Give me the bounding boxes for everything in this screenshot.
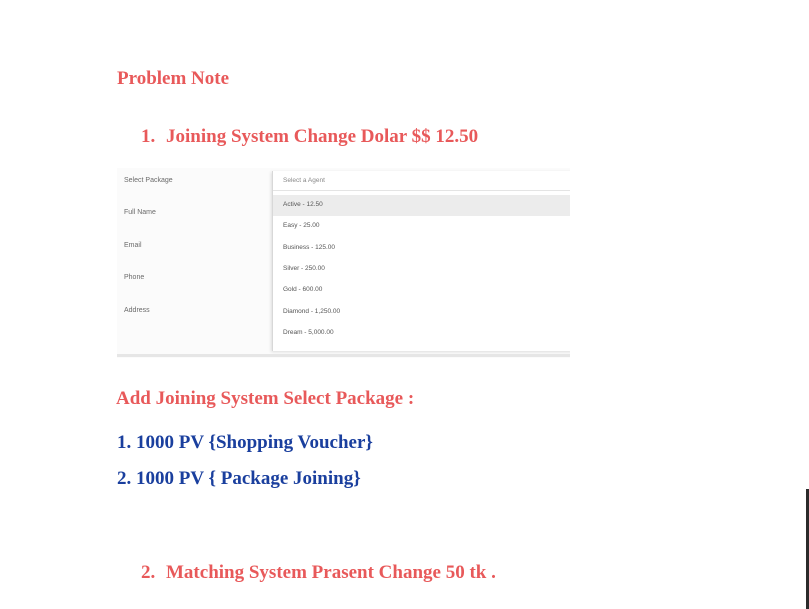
package-line-2: 2. 1000 PV { Package Joining} (117, 468, 361, 489)
item-number: 1. (141, 126, 156, 147)
numbered-item-1: 1. Joining System Change Dolar $$ 12.50 (141, 126, 478, 148)
form-label-email: Email (124, 242, 142, 249)
form-label-package: Select Package (124, 177, 173, 184)
form-label-fullname: Full Name (124, 209, 156, 216)
numbered-item-2: 2. Matching System Prasent Change 50 tk . (141, 562, 496, 584)
dropdown-option: Diamond - 1,250.00 (283, 308, 341, 315)
item-text: Matching System Prasent Change 50 tk . (166, 562, 496, 583)
dropdown-option: Silver - 250.00 (283, 265, 325, 272)
item-text: Joining System Change Dolar $$ 12.50 (166, 126, 479, 147)
form-label-address: Address (124, 307, 150, 314)
page-heading: Problem Note (117, 68, 230, 89)
dropdown-option: Gold - 600.00 (283, 286, 323, 293)
package-line-1: 1. 1000 PV {Shopping Voucher} (117, 432, 373, 453)
dropdown-option: Business - 125.00 (283, 244, 336, 251)
dropdown-option: Dream - 5,000.00 (283, 329, 334, 336)
package-dropdown: Select a Agent Active - 12.50 Easy - 25.… (272, 171, 570, 351)
add-package-heading: Add Joining System Select Package : (116, 388, 415, 409)
dropdown-option: Easy - 25.00 (283, 222, 320, 229)
form-label-phone: Phone (124, 274, 145, 281)
embedded-screenshot: Select Package Full Name Email Phone Add… (117, 168, 570, 358)
dropdown-placeholder: Select a Agent (273, 171, 570, 191)
item-number: 2. (141, 562, 156, 583)
screenshot-divider (117, 354, 570, 357)
dropdown-option: Active - 12.50 (273, 195, 570, 216)
